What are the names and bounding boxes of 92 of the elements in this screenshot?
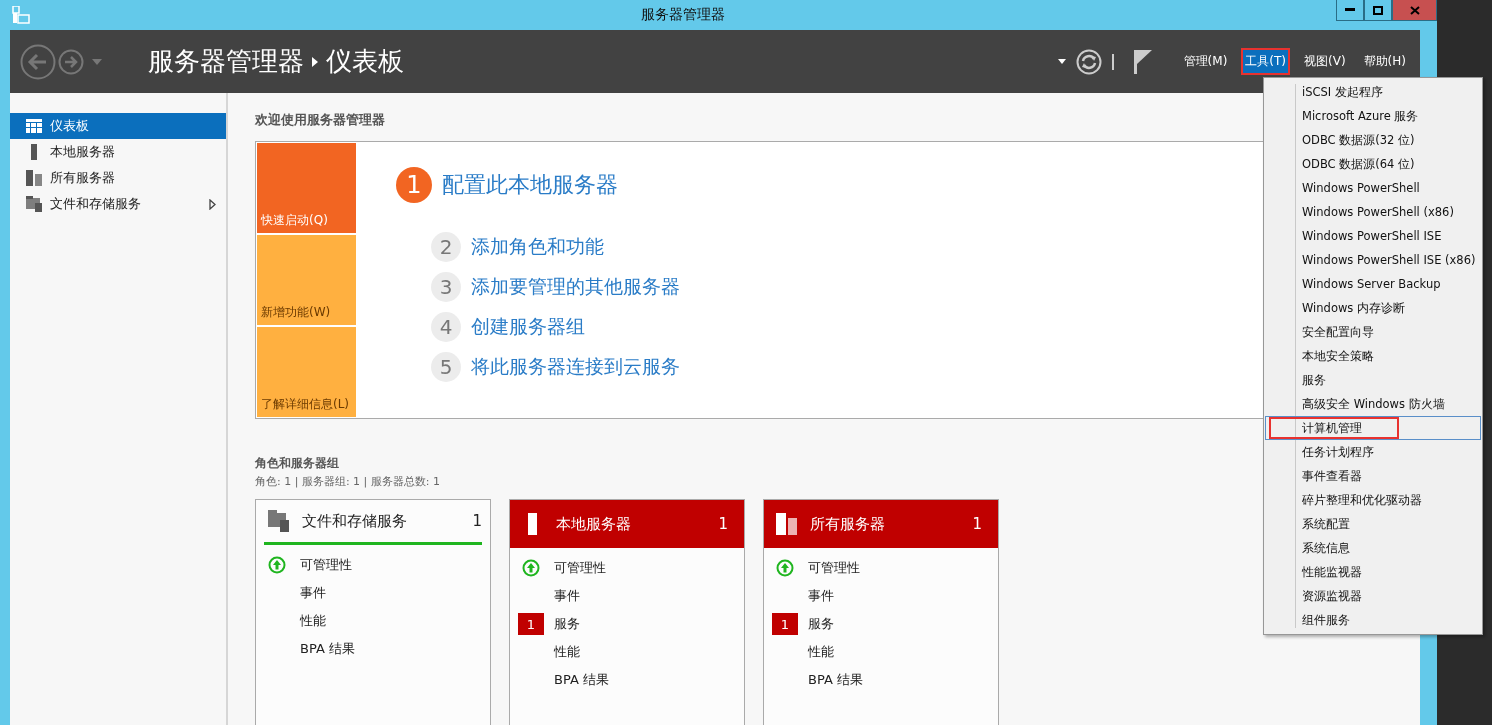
alert-count: 1 — [772, 613, 798, 635]
dropdown-caret-icon[interactable] — [1057, 59, 1066, 64]
servers-icon — [776, 513, 798, 535]
menu-item[interactable]: 帮助(H) — [1359, 48, 1410, 75]
window-title: 服务器管理器 — [640, 6, 726, 24]
expand-arrow-icon[interactable] — [209, 198, 216, 210]
card-row-link[interactable]: BPA 结果 — [300, 640, 355, 658]
flag-icon[interactable] — [1133, 49, 1154, 74]
menu-item[interactable]: Windows PowerShell ISE (x86) — [1265, 248, 1481, 272]
card-row-link[interactable]: 服务 — [808, 615, 834, 633]
section-title: 角色和服务器组 — [255, 455, 339, 472]
menu-item[interactable]: 性能监视器 — [1265, 560, 1481, 584]
menu-item[interactable]: 高级安全 Windows 防火墙 — [1265, 392, 1481, 416]
card-row-link[interactable]: 可管理性 — [808, 559, 860, 577]
sidebar-item[interactable]: 仪表板 — [10, 113, 226, 139]
card-count: 1 — [472, 512, 482, 530]
menu-item[interactable]: 事件查看器 — [1265, 464, 1481, 488]
menu-item[interactable]: ODBC 数据源(32 位) — [1265, 128, 1481, 152]
card-row-link[interactable]: 可管理性 — [300, 556, 352, 574]
step-number: 3 — [431, 272, 461, 302]
separator-icon — [1111, 53, 1114, 70]
minimize-icon — [1345, 8, 1355, 12]
menu-item[interactable]: 任务计划程序 — [1265, 440, 1481, 464]
card-row-link[interactable]: 服务 — [554, 615, 580, 633]
card-title: 文件和存储服务 — [302, 511, 408, 531]
card-row-link[interactable]: BPA 结果 — [554, 671, 609, 689]
folder-icon — [26, 196, 42, 212]
tile-tab[interactable]: 新增功能(W) — [257, 235, 356, 325]
breadcrumb-separator-icon — [312, 56, 318, 67]
card-header[interactable]: 文件和存储服务 1 — [264, 500, 482, 545]
refresh-icon[interactable] — [1075, 48, 1102, 75]
menu-item[interactable]: Windows 内存诊断 — [1265, 296, 1481, 320]
maximize-icon — [1373, 5, 1383, 15]
section-summary: 角色: 1 | 服务器组: 1 | 服务器总数: 1 — [255, 474, 440, 489]
menu-item[interactable]: 视图(V) — [1300, 48, 1350, 75]
menu-item[interactable]: 安全配置向导 — [1265, 320, 1481, 344]
card-row-link[interactable]: 性能 — [808, 643, 834, 661]
card-count: 1 — [718, 515, 728, 533]
menu-item[interactable]: Windows PowerShell (x86) — [1265, 200, 1481, 224]
menu-item[interactable]: 工具(T) — [1241, 48, 1291, 75]
close-icon — [1409, 5, 1420, 15]
step-number: 1 — [396, 167, 432, 203]
step-number: 5 — [431, 352, 461, 382]
step-number: 4 — [431, 312, 461, 342]
sidebar-item[interactable]: 文件和存储服务 — [10, 191, 226, 217]
card-row-link[interactable]: 性能 — [554, 643, 580, 661]
menu-item[interactable]: Windows PowerShell ISE — [1265, 224, 1481, 248]
card-row-link[interactable]: 事件 — [808, 587, 834, 605]
menu-item[interactable]: 系统信息 — [1265, 536, 1481, 560]
step-link[interactable]: 创建服务器组 — [471, 314, 585, 340]
card-row-link[interactable]: 事件 — [554, 587, 580, 605]
step-link[interactable]: 添加要管理的其他服务器 — [471, 274, 680, 300]
menu-item[interactable]: 碎片整理和优化驱动器 — [1265, 488, 1481, 512]
menu-item[interactable]: Windows PowerShell — [1265, 176, 1481, 200]
menu-item[interactable]: 管理(M) — [1179, 48, 1232, 75]
grid-icon — [26, 119, 42, 133]
menu-item[interactable]: 资源监视器 — [1265, 584, 1481, 608]
menu-item[interactable]: Windows Server Backup — [1265, 272, 1481, 296]
step-link[interactable]: 配置此本地服务器 — [442, 170, 618, 200]
card-row-link[interactable]: 性能 — [300, 612, 326, 630]
menu-item[interactable]: 本地安全策略 — [1265, 344, 1481, 368]
card-header[interactable]: 本地服务器 1 — [510, 500, 744, 548]
card-row-link[interactable]: 可管理性 — [554, 559, 606, 577]
card-header[interactable]: 所有服务器 1 — [764, 500, 998, 548]
servers-icon — [26, 170, 42, 186]
menu-item[interactable]: ODBC 数据源(64 位) — [1265, 152, 1481, 176]
server-manager-icon — [12, 6, 30, 24]
step-link[interactable]: 将此服务器连接到云服务 — [471, 354, 680, 380]
breadcrumb-root[interactable]: 服务器管理器 — [148, 44, 304, 79]
folder-icon — [268, 510, 290, 532]
menu-item[interactable]: 计算机管理 — [1265, 416, 1481, 440]
maximize-button[interactable] — [1364, 0, 1392, 21]
menu-item[interactable]: Microsoft Azure 服务 — [1265, 104, 1481, 128]
card-row-link[interactable]: 事件 — [300, 584, 326, 602]
sidebar-item[interactable]: 本地服务器 — [10, 139, 226, 165]
step-number: 2 — [431, 232, 461, 262]
section-title: 欢迎使用服务器管理器 — [255, 111, 385, 129]
close-button[interactable] — [1392, 0, 1437, 21]
menu-item[interactable]: iSCSI 发起程序 — [1265, 80, 1481, 104]
menu-item[interactable]: 系统配置 — [1265, 512, 1481, 536]
menu-item[interactable]: 组件服务 — [1265, 608, 1481, 632]
minimize-button[interactable] — [1336, 0, 1364, 21]
card-title: 本地服务器 — [556, 514, 632, 534]
card-title: 所有服务器 — [810, 514, 886, 534]
breadcrumb-current: 仪表板 — [326, 45, 404, 78]
tile-tab[interactable]: 了解详细信息(L) — [257, 327, 356, 417]
menu-item[interactable]: 服务 — [1265, 368, 1481, 392]
card-count: 1 — [972, 515, 982, 533]
card-row-link[interactable]: BPA 结果 — [808, 671, 863, 689]
sidebar-item[interactable]: 所有服务器 — [10, 165, 226, 191]
alert-count: 1 — [518, 613, 544, 635]
step-link[interactable]: 添加角色和功能 — [471, 234, 604, 260]
